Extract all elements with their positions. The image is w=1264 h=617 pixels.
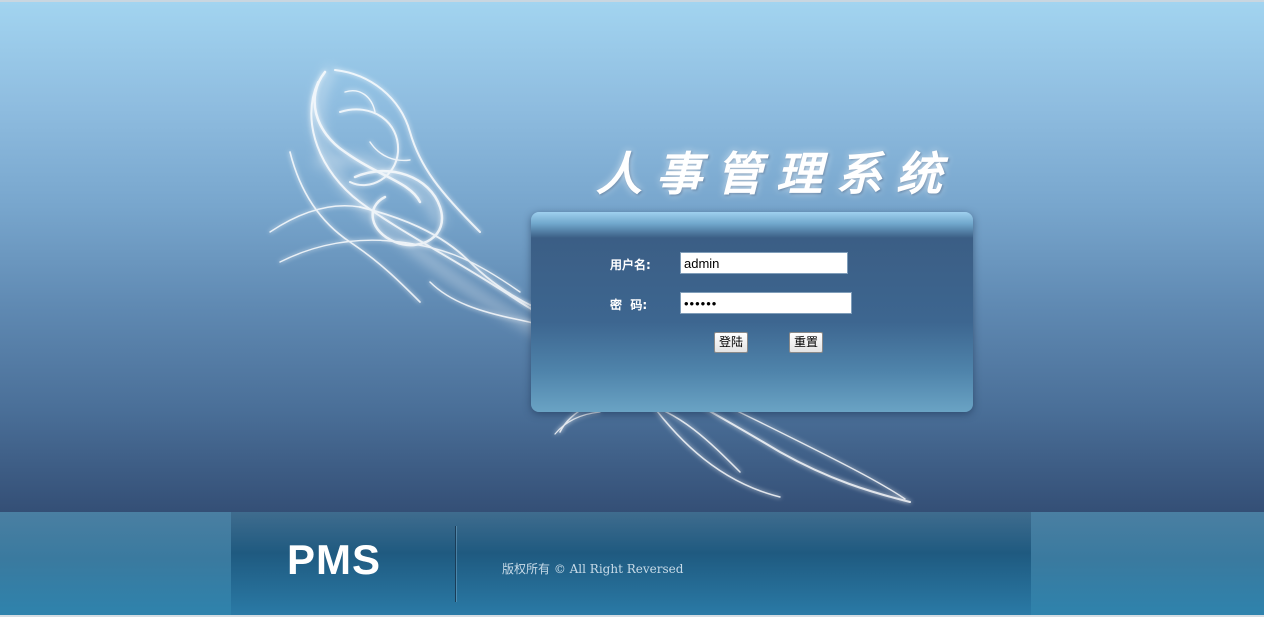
header-background: 人事管理系统 用户名: 密 码: 登陆 重置: [0, 0, 1264, 512]
footer-logo: PMS: [287, 536, 382, 583]
footer-copyright: 版权所有 © All Right Reversed: [502, 562, 684, 576]
footer-center-band: PMS 版权所有 © All Right Reversed: [231, 512, 1031, 615]
footer: PMS 版权所有 © All Right Reversed: [0, 512, 1264, 617]
login-page: 人事管理系统 用户名: 密 码: 登陆 重置 PMS 版权所有 © All Ri…: [0, 0, 1264, 617]
app-title: 人事管理系统: [596, 147, 956, 201]
footer-divider: [455, 526, 456, 602]
login-button[interactable]: 登陆: [714, 332, 749, 353]
username-label: 用户名:: [610, 258, 651, 272]
reset-button[interactable]: 重置: [789, 332, 824, 353]
password-input[interactable]: [680, 292, 852, 314]
login-panel: 用户名: 密 码: 登陆 重置: [531, 212, 973, 412]
username-input[interactable]: [680, 252, 848, 274]
password-label: 密 码:: [610, 298, 648, 312]
